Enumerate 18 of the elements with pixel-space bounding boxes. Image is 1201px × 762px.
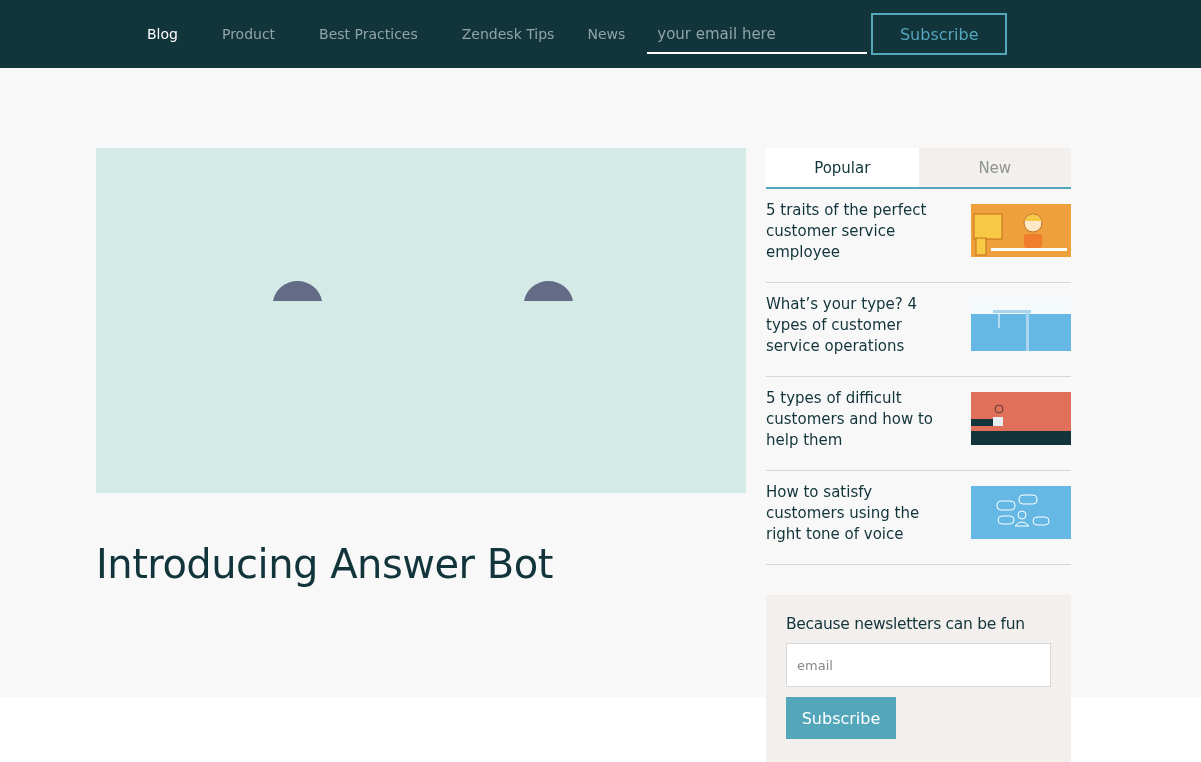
tab[interactable]: New [918, 148, 1071, 187]
article-link[interactable]: What’s your type? 4 types of customer service operations [766, 294, 951, 357]
subscribe-button[interactable]: Subscribe [786, 697, 896, 739]
nav-link[interactable]: Zendesk Tips [461, 26, 555, 42]
nav-link[interactable]: News [587, 26, 626, 42]
nav-link[interactable]: Blog [147, 26, 178, 42]
tab[interactable]: Popular [766, 148, 919, 187]
article-link[interactable]: 5 traits of the perfect customer service employee [766, 200, 951, 263]
newsletter-heading: Because newsletters can be fun [786, 615, 1026, 633]
nav-link[interactable]: Product [221, 26, 276, 42]
agent-thumbnail[interactable] [971, 204, 1071, 257]
article-title: Introducing Answer Bot [96, 541, 554, 587]
subscribe-button[interactable]: Subscribe [871, 13, 1008, 55]
article-link[interactable]: How to satisfy customers using the right tone of voice [766, 482, 951, 545]
chat-thumbnail[interactable] [971, 486, 1071, 539]
email-field[interactable]: email [786, 643, 1051, 687]
nav-link[interactable]: Best Practices [319, 26, 418, 42]
article-link[interactable]: 5 types of difficult customers and how to help them [766, 388, 951, 451]
